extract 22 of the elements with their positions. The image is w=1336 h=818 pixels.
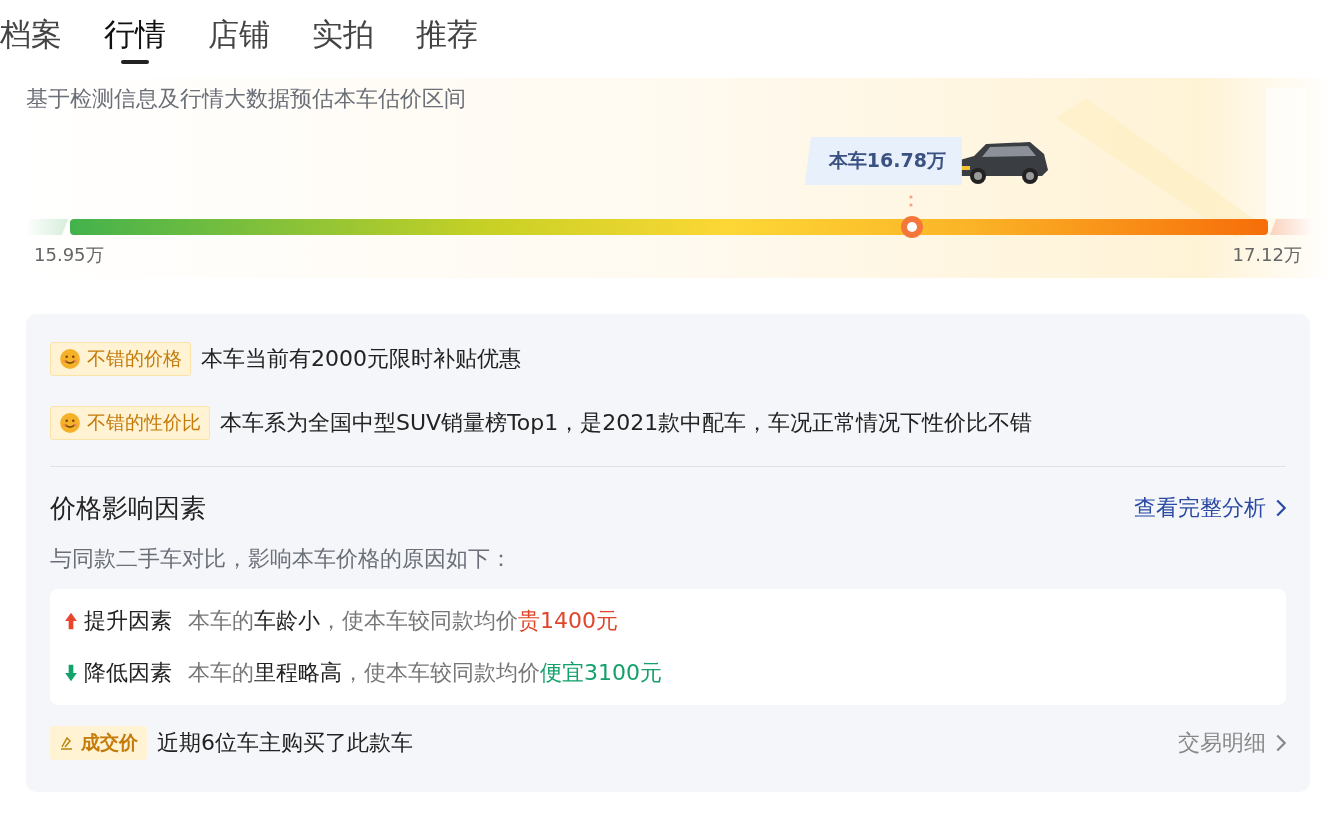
tab[interactable]: 行情 bbox=[104, 12, 166, 67]
factor-description: 本车的里程略高，使本车较同款均价便宜3100元 bbox=[188, 659, 662, 687]
highlight-text: 本车系为全国中型SUV销量榜Top1，是2021款中配车，车况正常情况下性价比不错 bbox=[220, 409, 1033, 437]
section-intro: 与同款二手车对比，影响本车价格的原因如下： bbox=[50, 545, 513, 573]
tab[interactable]: 推荐 bbox=[416, 12, 478, 67]
max-price: 17.12万 bbox=[1232, 243, 1302, 267]
factor-label: 降低因素 bbox=[84, 659, 172, 687]
tag-label: 成交价 bbox=[81, 730, 138, 755]
section-title: 价格影响因素 bbox=[50, 491, 206, 525]
tag-label: 不错的价格 bbox=[87, 346, 182, 371]
tab[interactable]: 档案 bbox=[0, 12, 62, 67]
tag-label: 不错的性价比 bbox=[87, 410, 201, 435]
tab[interactable]: 实拍 bbox=[312, 12, 374, 67]
full-analysis-link[interactable]: 查看完整分析 bbox=[1134, 493, 1286, 523]
factor-description: 本车的车龄小，使本车较同款均价贵1400元 bbox=[188, 607, 618, 635]
tab[interactable]: 店铺 bbox=[208, 12, 270, 67]
current-price: 本车16.78万 bbox=[828, 148, 946, 173]
factor-label: 提升因素 bbox=[84, 607, 172, 635]
deal-text: 近期6位车主购买了此款车 bbox=[157, 729, 413, 757]
estimate-subtitle: 基于检测信息及行情大数据预估本车估价区间 bbox=[25, 85, 467, 113]
highlight-text: 本车当前有2000元限时补贴优惠 bbox=[201, 345, 521, 373]
min-price: 15.95万 bbox=[34, 243, 104, 267]
